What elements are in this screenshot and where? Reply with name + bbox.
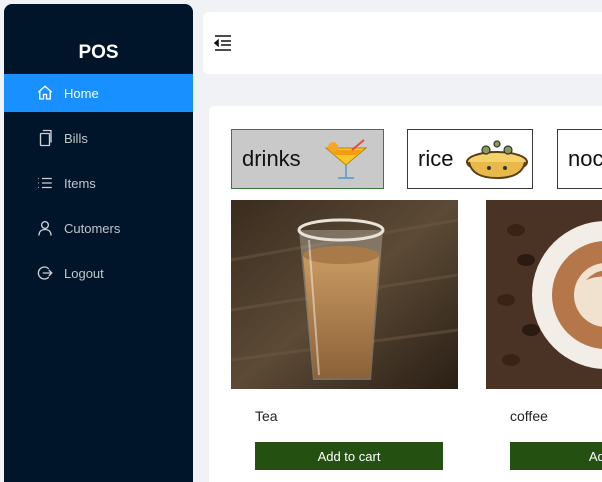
- sidebar-item-label: Home: [64, 85, 99, 101]
- tea-photo: [231, 200, 458, 389]
- coffee-photo: [486, 200, 602, 389]
- category-noodles[interactable]: noc: [557, 129, 602, 189]
- logout-icon: [37, 266, 53, 280]
- sidebar-menu: Home Bills Items Cutomers Logout: [4, 74, 193, 299]
- sidebar-item-bills[interactable]: Bills: [4, 119, 193, 157]
- product-name: coffee: [510, 408, 548, 424]
- home-icon: [37, 85, 53, 100]
- rice-pot-icon: [466, 140, 528, 180]
- product-card-coffee: coffee Add t: [486, 200, 602, 482]
- sidebar: POS Home Bills Items Cutomers Logout: [4, 4, 193, 482]
- list-icon: [38, 177, 52, 189]
- sidebar-item-label: Bills: [64, 130, 88, 146]
- sidebar-item-items[interactable]: Items: [4, 164, 193, 202]
- add-to-cart-button[interactable]: Add t: [510, 442, 602, 470]
- category-label: noc: [568, 146, 602, 171]
- sidebar-item-logout[interactable]: Logout: [4, 254, 193, 292]
- category-label: drinks: [242, 146, 301, 171]
- sidebar-item-label: Cutomers: [64, 220, 121, 236]
- category-drinks[interactable]: drinks: [231, 129, 384, 189]
- main-content: drinks rice noc Tea Add to cart coffee A…: [209, 106, 602, 482]
- sidebar-item-home[interactable]: Home: [4, 74, 193, 112]
- product-card-tea: Tea Add to cart: [231, 200, 458, 482]
- cocktail-icon: [324, 139, 368, 179]
- menu-fold-icon[interactable]: [213, 34, 233, 52]
- app-logo: POS: [78, 42, 119, 63]
- add-to-cart-button[interactable]: Add to cart: [255, 442, 443, 470]
- sidebar-item-cutomers[interactable]: Cutomers: [4, 209, 193, 247]
- top-header: [203, 12, 602, 74]
- sidebar-item-label: Logout: [64, 265, 104, 281]
- product-name: Tea: [255, 408, 278, 424]
- category-label: rice: [418, 146, 454, 171]
- user-icon: [38, 220, 52, 236]
- sidebar-item-label: Items: [64, 175, 96, 191]
- category-rice[interactable]: rice: [407, 129, 533, 189]
- copy-icon: [39, 129, 52, 147]
